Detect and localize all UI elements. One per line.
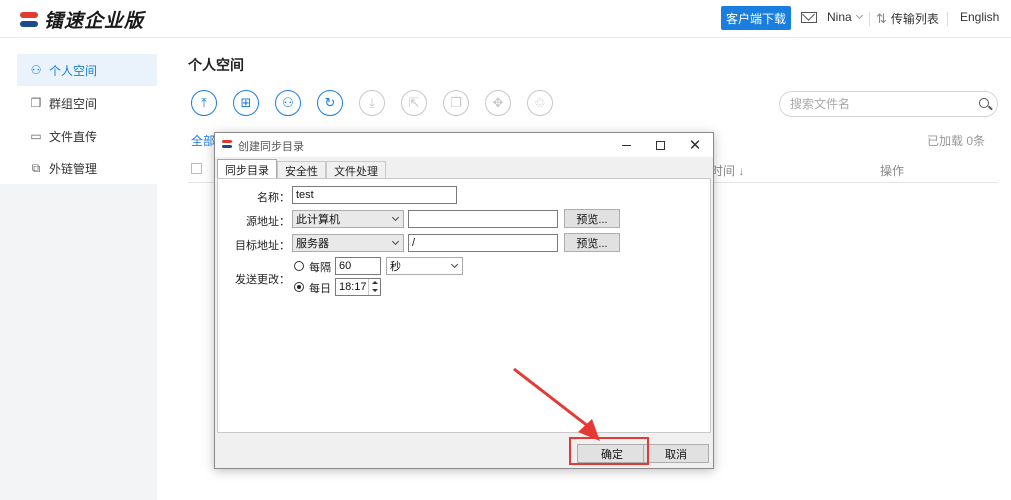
- share-user-icon[interactable]: ⚇: [275, 90, 301, 116]
- person-icon: ⚇: [30, 63, 42, 77]
- logo-text: 镭速企业版: [44, 11, 145, 32]
- chevron-down-icon: [450, 260, 459, 269]
- send-change-label: 发送更改：: [235, 274, 290, 286]
- tab-security[interactable]: 安全性: [277, 161, 326, 179]
- maximize-button[interactable]: [645, 135, 675, 155]
- group-icon: ❒: [30, 96, 42, 110]
- target-type-select[interactable]: 服务器: [292, 234, 404, 252]
- chevron-down-icon: [391, 213, 400, 222]
- delete-icon[interactable]: ♲: [527, 90, 553, 116]
- target-type-value: 服务器: [296, 238, 329, 250]
- mail-icon[interactable]: [801, 11, 817, 23]
- interval-value-input[interactable]: 60: [335, 257, 381, 275]
- column-time[interactable]: 时间 ↓: [711, 162, 744, 179]
- sidebar: ⚇ 个人空间 ❒ 群组空间 ▭ 文件直传 ⧉ 外链管理: [0, 38, 157, 500]
- select-all-checkbox[interactable]: [191, 163, 202, 174]
- monitor-icon: ▭: [30, 129, 42, 143]
- daily-time-value: 18:17: [339, 281, 367, 293]
- daily-radio[interactable]: [294, 282, 304, 292]
- external-share-icon[interactable]: ⇱: [401, 90, 427, 116]
- page-title: 个人空间: [188, 57, 244, 73]
- source-label: 源地址：: [246, 216, 290, 228]
- new-folder-icon[interactable]: ⊞: [233, 90, 259, 116]
- column-operation: 操作: [880, 164, 905, 178]
- breadcrumb-all[interactable]: 全部: [191, 132, 215, 149]
- sidebar-item-direct-transfer[interactable]: ▭ 文件直传: [17, 120, 157, 152]
- search-input[interactable]: [790, 96, 970, 112]
- language-switch[interactable]: English: [960, 10, 999, 24]
- interval-label: 每隔: [309, 262, 331, 274]
- target-label: 目标地址：: [235, 240, 290, 252]
- dialog-tabs: 同步目录 安全性 文件处理: [217, 159, 386, 179]
- chevron-down-icon: [855, 11, 863, 20]
- time-spinner[interactable]: [368, 279, 379, 295]
- source-type-select[interactable]: 此计算机: [292, 210, 404, 228]
- user-menu[interactable]: Nina: [801, 10, 863, 24]
- daily-time-input[interactable]: 18:17: [335, 278, 381, 296]
- interval-unit-value: 秒: [390, 261, 401, 273]
- name-label: 名称：: [257, 192, 290, 204]
- ok-button-highlight: [569, 437, 649, 465]
- name-input[interactable]: test: [292, 186, 457, 204]
- cancel-button[interactable]: 取消: [643, 444, 709, 463]
- transfer-list-label: 传输列表: [890, 12, 939, 26]
- tab-file-processing[interactable]: 文件处理: [326, 161, 386, 179]
- minimize-button[interactable]: [611, 135, 641, 155]
- divider: [947, 12, 948, 26]
- loaded-count: 已加载 0条: [927, 134, 986, 148]
- spin-down-icon: [372, 289, 378, 292]
- dialog-title: 创建同步目录: [238, 141, 304, 153]
- create-sync-dir-dialog: 创建同步目录 ✕ 同步目录 安全性 文件处理 名称： test 源地址： 此计算…: [214, 132, 714, 469]
- move-icon[interactable]: ✥: [485, 90, 511, 116]
- close-icon: ✕: [688, 136, 702, 154]
- target-browse-button[interactable]: 预览...: [564, 233, 620, 252]
- sidebar-item-label: 外链管理: [49, 161, 98, 176]
- app-icon: [222, 140, 232, 150]
- sidebar-item-label: 个人空间: [49, 63, 98, 78]
- search-box: [779, 91, 998, 117]
- sidebar-item-personal-space[interactable]: ⚇ 个人空间: [17, 54, 157, 86]
- download-icon[interactable]: ⤓: [359, 90, 385, 116]
- transfer-icon: ⇅: [876, 10, 887, 26]
- chevron-down-icon: [391, 237, 400, 246]
- transfer-list-link[interactable]: ⇅ 传输列表: [876, 10, 939, 27]
- logo[interactable]: 镭速企业版: [18, 6, 144, 33]
- sync-icon[interactable]: ↻: [317, 90, 343, 116]
- daily-label: 每日: [309, 283, 331, 295]
- link-icon: ⧉: [31, 160, 41, 175]
- source-path-input[interactable]: [408, 210, 558, 228]
- sidebar-item-label: 文件直传: [49, 129, 98, 144]
- sidebar-item-group-space[interactable]: ❒ 群组空间: [17, 87, 157, 119]
- sidebar-item-label: 群组空间: [49, 96, 98, 111]
- client-download-button[interactable]: 客户端下载: [721, 6, 791, 30]
- sidebar-item-link-management[interactable]: ⧉ 外链管理: [17, 152, 157, 184]
- source-type-value: 此计算机: [296, 214, 340, 226]
- spin-up-icon: [372, 281, 378, 284]
- tab-panel-sync-dir: 名称： test 源地址： 此计算机 预览... 目标地址： 服务器 / 预览.…: [217, 178, 711, 433]
- copy-icon[interactable]: ❐: [443, 90, 469, 116]
- user-name: Nina: [827, 10, 852, 24]
- interval-unit-select[interactable]: 秒: [386, 257, 463, 275]
- tab-sync-dir[interactable]: 同步目录: [217, 159, 277, 179]
- source-browse-button[interactable]: 预览...: [564, 209, 620, 228]
- close-button[interactable]: ✕: [680, 135, 710, 155]
- interval-radio[interactable]: [294, 261, 304, 271]
- divider: [869, 12, 870, 26]
- maximize-icon: [655, 140, 665, 150]
- minimize-icon: [621, 144, 631, 146]
- upload-icon[interactable]: ⤒: [191, 90, 217, 116]
- search-icon[interactable]: [979, 98, 989, 108]
- top-bar: 镭速企业版 客户端下载 Nina ⇅ 传输列表 English: [0, 0, 1011, 38]
- logo-icon: [18, 9, 40, 31]
- target-path-input[interactable]: /: [408, 234, 558, 252]
- dialog-titlebar[interactable]: 创建同步目录 ✕: [215, 133, 713, 157]
